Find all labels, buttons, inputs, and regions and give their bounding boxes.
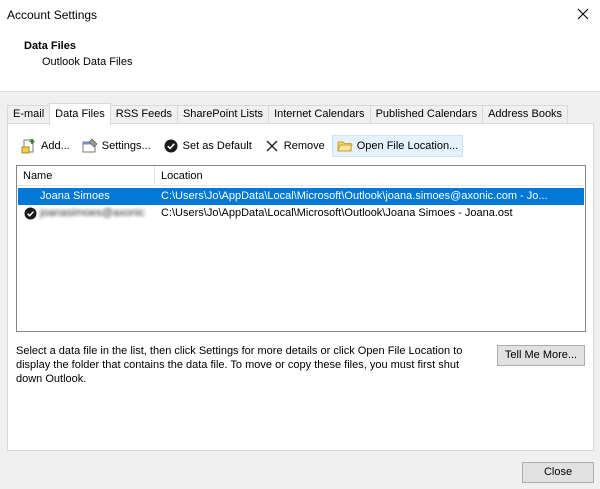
add-label: Add... xyxy=(41,140,70,152)
toolbar: Add... Settings... Set as Default Remove… xyxy=(16,135,465,157)
settings-button[interactable]: Settings... xyxy=(77,135,156,157)
list-header: Name Location xyxy=(17,166,585,186)
tell-me-more-button[interactable]: Tell Me More... xyxy=(497,345,585,366)
column-header-location[interactable]: Location xyxy=(156,166,585,186)
set-as-default-label: Set as Default xyxy=(182,140,252,152)
close-button[interactable]: Close xyxy=(522,462,594,483)
tab-data-files[interactable]: Data Files xyxy=(49,103,111,125)
help-description: Select a data file in the list, then cli… xyxy=(16,345,463,385)
list-row[interactable]: joanasimoes@axonic C:\Users\Jo\AppData\L… xyxy=(18,205,584,222)
window-title: Account Settings xyxy=(7,8,98,22)
column-header-name[interactable]: Name xyxy=(17,166,155,186)
open-file-location-button[interactable]: Open File Location... xyxy=(331,135,464,157)
folder-icon xyxy=(337,138,353,154)
settings-label: Settings... xyxy=(101,140,151,152)
dialog-header: Data Files Outlook Data Files xyxy=(0,30,600,92)
remove-x-icon xyxy=(264,138,280,154)
remove-label: Remove xyxy=(283,140,325,152)
default-check-icon xyxy=(24,207,37,220)
remove-button[interactable]: Remove xyxy=(259,135,330,157)
list-row[interactable]: Joana Simoes C:\Users\Jo\AppData\Local\M… xyxy=(18,188,584,205)
add-button[interactable]: Add... xyxy=(16,135,75,157)
tab-rss-feeds[interactable]: RSS Feeds xyxy=(109,105,178,124)
tab-strip: E-mail Data Files RSS Feeds SharePoint L… xyxy=(7,103,569,125)
add-file-icon xyxy=(21,138,37,154)
row-name-redacted: joanasimoes@axonic xyxy=(40,207,145,219)
tab-email[interactable]: E-mail xyxy=(7,105,51,124)
data-files-list[interactable]: Name Location Joana Simoes C:\Users\Jo\A… xyxy=(16,165,586,332)
close-window-icon[interactable] xyxy=(572,4,594,24)
open-file-location-label: Open File Location... xyxy=(356,140,459,152)
set-as-default-button[interactable]: Set as Default xyxy=(158,135,257,157)
settings-icon xyxy=(82,138,98,154)
checkmark-circle-icon xyxy=(163,138,179,154)
header-subtitle: Outlook Data Files xyxy=(42,56,133,68)
tab-sharepoint-lists[interactable]: SharePoint Lists xyxy=(176,105,270,124)
account-settings-dialog: Account Settings Data Files Outlook Data… xyxy=(0,0,600,489)
header-title: Data Files xyxy=(24,40,76,52)
tab-internet-calendars[interactable]: Internet Calendars xyxy=(268,105,371,124)
tab-address-books[interactable]: Address Books xyxy=(482,105,569,124)
title-bar: Account Settings xyxy=(0,0,600,30)
row-location: C:\Users\Jo\AppData\Local\Microsoft\Outl… xyxy=(161,207,513,219)
row-location: C:\Users\Jo\AppData\Local\Microsoft\Outl… xyxy=(161,190,548,202)
tab-published-calendars[interactable]: Published Calendars xyxy=(369,105,484,124)
data-files-panel: Add... Settings... Set as Default Remove… xyxy=(7,123,594,451)
row-name: Joana Simoes xyxy=(40,190,110,202)
